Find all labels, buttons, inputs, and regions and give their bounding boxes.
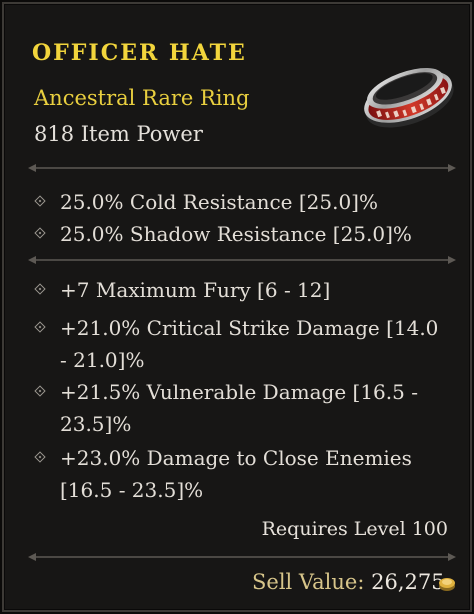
item-type: Ancestral Rare Ring	[34, 86, 250, 110]
level-requirement: Requires Level 100	[261, 518, 448, 540]
divider	[28, 256, 456, 264]
ring-icon	[364, 68, 454, 128]
gold-coin-icon	[439, 578, 455, 591]
divider	[28, 553, 456, 561]
stat-affix: +21.0% Critical Strike Damage [14.0 - 21…	[34, 312, 444, 376]
stat-affix: +7 Maximum Fury [6 - 12]	[34, 274, 444, 306]
sell-value-amount: 26,275	[371, 570, 445, 594]
sell-value-label: Sell Value:	[252, 570, 365, 594]
item-name: Officer Hate	[32, 40, 247, 66]
item-power: 818 Item Power	[34, 122, 203, 146]
stat-affix: +23.0% Damage to Close Enemies [16.5 - 2…	[34, 442, 444, 506]
divider	[28, 164, 456, 172]
sell-value: Sell Value: 26,275	[252, 570, 445, 594]
item-tooltip: Officer Hate Ancestral Rare Ring 818 Ite…	[2, 2, 472, 612]
stat-affix: +21.5% Vulnerable Damage [16.5 - 23.5]%	[34, 376, 444, 440]
resistance-affix: 25.0% Shadow Resistance [25.0]%	[34, 218, 444, 250]
resistance-affix: 25.0% Cold Resistance [25.0]%	[34, 186, 444, 218]
